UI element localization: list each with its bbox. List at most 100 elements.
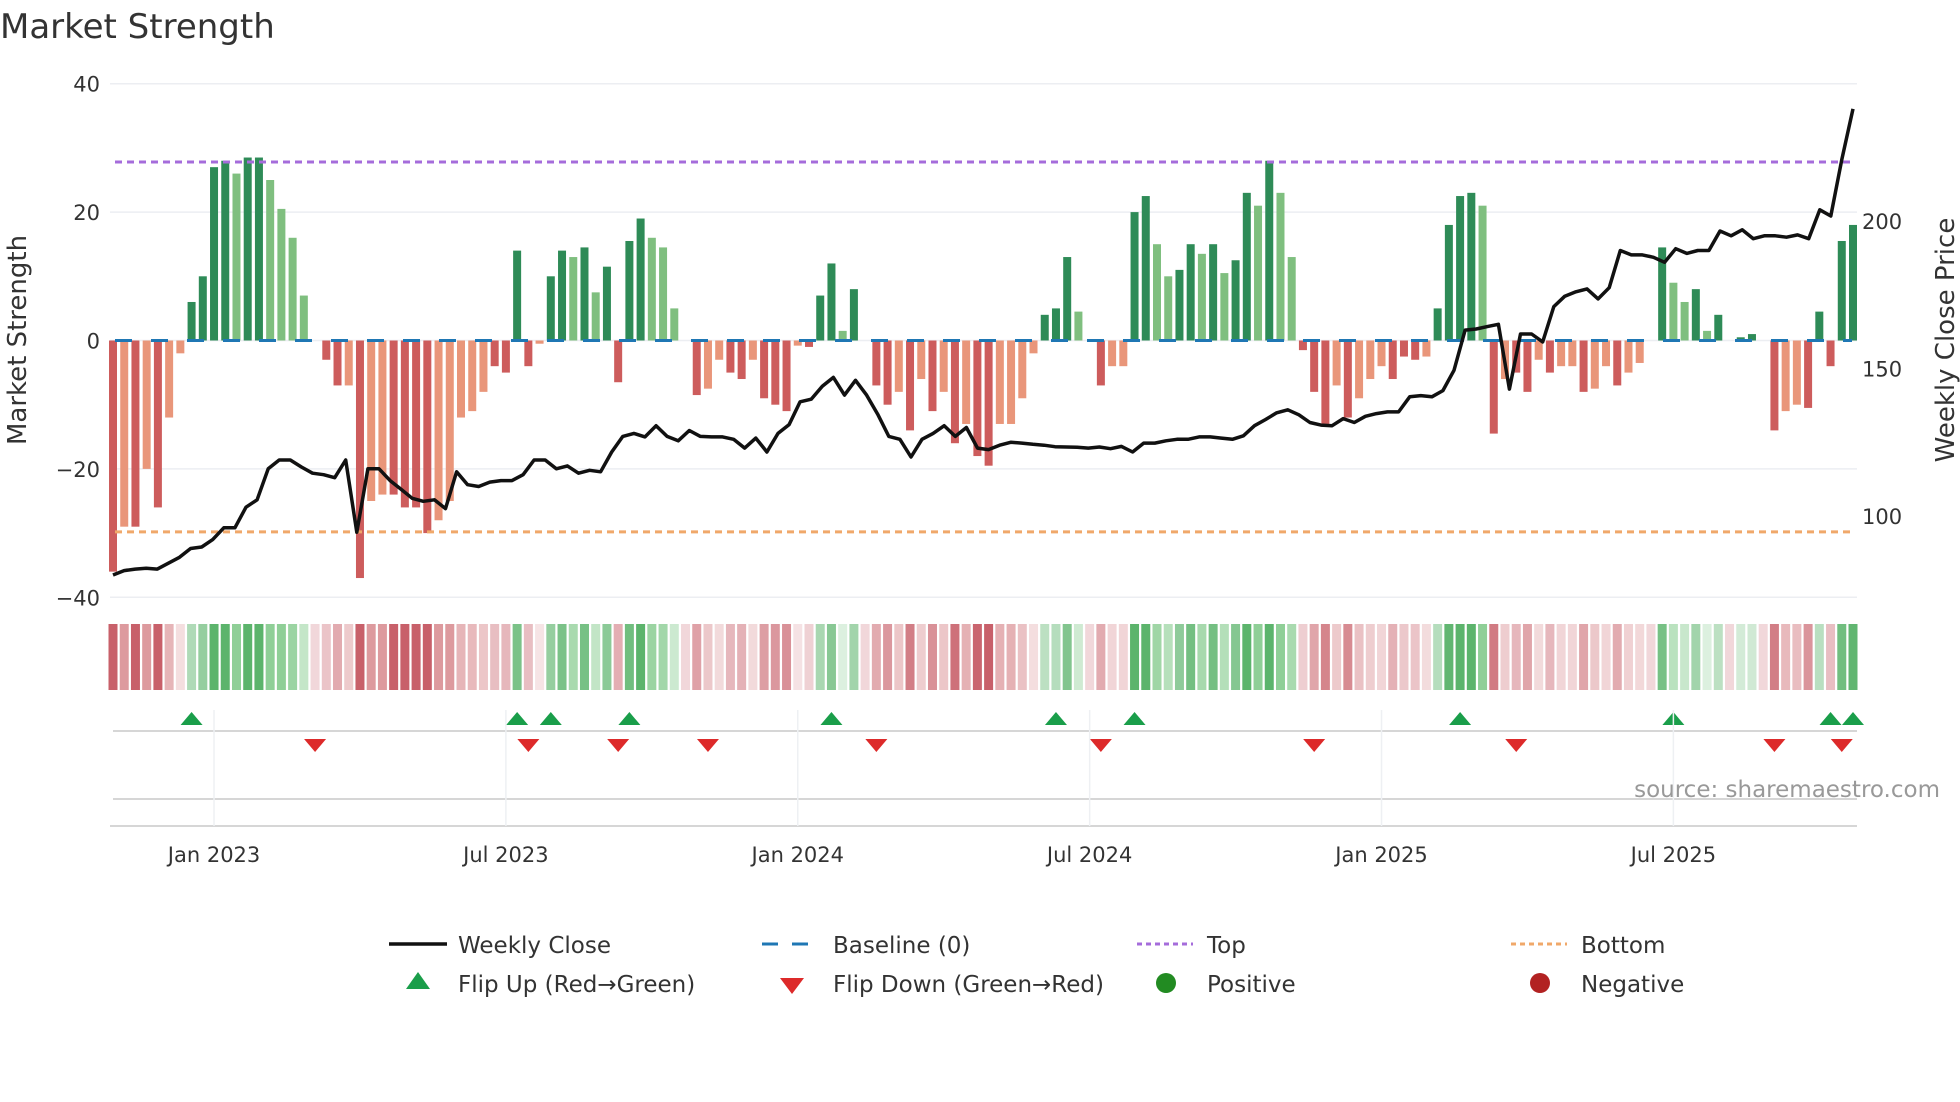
strength-bar: [1433, 308, 1442, 341]
flip-up-marker: [1819, 712, 1842, 725]
strength-bar: [344, 340, 353, 386]
flip-up-marker: [618, 712, 641, 725]
strip-cell: [1848, 624, 1858, 690]
strength-bar: [1029, 340, 1038, 354]
strength-bar: [636, 218, 645, 341]
source-label: source: sharemaestro.com: [1634, 777, 1940, 803]
strength-bar: [1343, 340, 1352, 418]
strip-cell: [220, 624, 230, 690]
strength-bar: [1254, 205, 1263, 341]
strip-cell: [1433, 624, 1443, 690]
strip-cell: [1219, 624, 1229, 690]
strip-cell: [1062, 624, 1072, 690]
strength-bar: [1568, 340, 1577, 367]
x-tick-label: Jul 2025: [1629, 843, 1716, 867]
flip-up-marker: [1449, 712, 1472, 725]
strength-bar: [434, 340, 443, 521]
legend-weekly-close: Weekly Close: [458, 933, 611, 959]
strip-cell: [838, 624, 848, 690]
flip-down-marker: [1830, 739, 1853, 752]
strip-cell: [445, 624, 455, 690]
strength-bar: [827, 263, 836, 341]
flip-up-marker: [1123, 712, 1146, 725]
strength-bar: [1197, 253, 1206, 341]
strength-bar: [1590, 340, 1599, 389]
strength-bar: [569, 257, 578, 341]
strip-cell: [321, 624, 331, 690]
legend-positive: Positive: [1207, 972, 1296, 998]
strip-cell: [478, 624, 488, 690]
strength-bar: [1557, 340, 1566, 367]
legend-top: Top: [1206, 933, 1246, 959]
strip-cell: [894, 624, 904, 690]
strength-bar: [872, 340, 881, 386]
strength-bar: [277, 208, 286, 341]
strength-bar: [479, 340, 488, 392]
strip-cell: [759, 624, 769, 690]
strip-cell: [669, 624, 679, 690]
strip-cell: [411, 624, 421, 690]
strip-cell: [770, 624, 780, 690]
strip-cell: [1736, 624, 1746, 690]
strength-bar: [355, 340, 364, 579]
strength-bar: [1074, 311, 1083, 341]
strength-bar: [1669, 282, 1678, 341]
strength-bar: [400, 340, 409, 508]
flip-down-marker: [1303, 739, 1326, 752]
strip-cell: [310, 624, 320, 690]
strength-bar: [266, 180, 275, 341]
strip-cell: [624, 624, 634, 690]
strength-bar: [670, 308, 679, 341]
strip-cell: [1253, 624, 1263, 690]
strength-bar: [1018, 340, 1027, 399]
flip-down-icon: [780, 978, 804, 994]
strength-bar: [131, 340, 140, 527]
strip-cell: [209, 624, 219, 690]
strength-bar: [1489, 340, 1498, 434]
strength-bar: [995, 340, 1004, 424]
strip-cell: [456, 624, 466, 690]
flip-down-marker: [1089, 739, 1112, 752]
strength-bar: [647, 237, 656, 341]
strength-bar: [524, 340, 533, 367]
strip-cell: [1680, 624, 1690, 690]
chart-title: Market Strength: [0, 7, 275, 47]
strength-bar: [1534, 340, 1543, 360]
strip-cell: [1029, 624, 1039, 690]
flip-up-marker: [820, 712, 843, 725]
strip-cell: [647, 624, 657, 690]
strip-cell: [1567, 624, 1577, 690]
strength-bar: [221, 160, 230, 341]
strength-bar: [906, 340, 915, 431]
strength-bar: [816, 295, 825, 341]
strip-cell: [1601, 624, 1611, 690]
strength-bar: [1175, 269, 1184, 341]
strength-bar: [939, 340, 948, 392]
strip-cell: [916, 624, 926, 690]
strip-cell: [961, 624, 971, 690]
y-tick-label: −20: [56, 458, 100, 482]
flip-down-marker: [865, 739, 888, 752]
strip-cell: [1309, 624, 1319, 690]
strip-cell: [984, 624, 994, 690]
strip-cell: [1186, 624, 1196, 690]
strip-cell: [782, 624, 792, 690]
strip-cell: [1657, 624, 1667, 690]
strip-cell: [1725, 624, 1735, 690]
strength-bar: [883, 340, 892, 405]
strip-cell: [1096, 624, 1106, 690]
strength-bar: [490, 340, 499, 367]
strength-bar: [962, 340, 971, 424]
strength-bar: [423, 340, 432, 534]
strength-bar: [1444, 224, 1453, 341]
flip-up-marker: [539, 712, 562, 725]
strip-cell: [389, 624, 399, 690]
strip-cell: [1332, 624, 1342, 690]
strength-bar: [1635, 340, 1644, 363]
strip-cell: [422, 624, 432, 690]
strip-cell: [1534, 624, 1544, 690]
strip-cell: [467, 624, 477, 690]
strength-bar: [1399, 340, 1408, 357]
strip-cell: [557, 624, 567, 690]
strength-bar: [1545, 340, 1554, 373]
